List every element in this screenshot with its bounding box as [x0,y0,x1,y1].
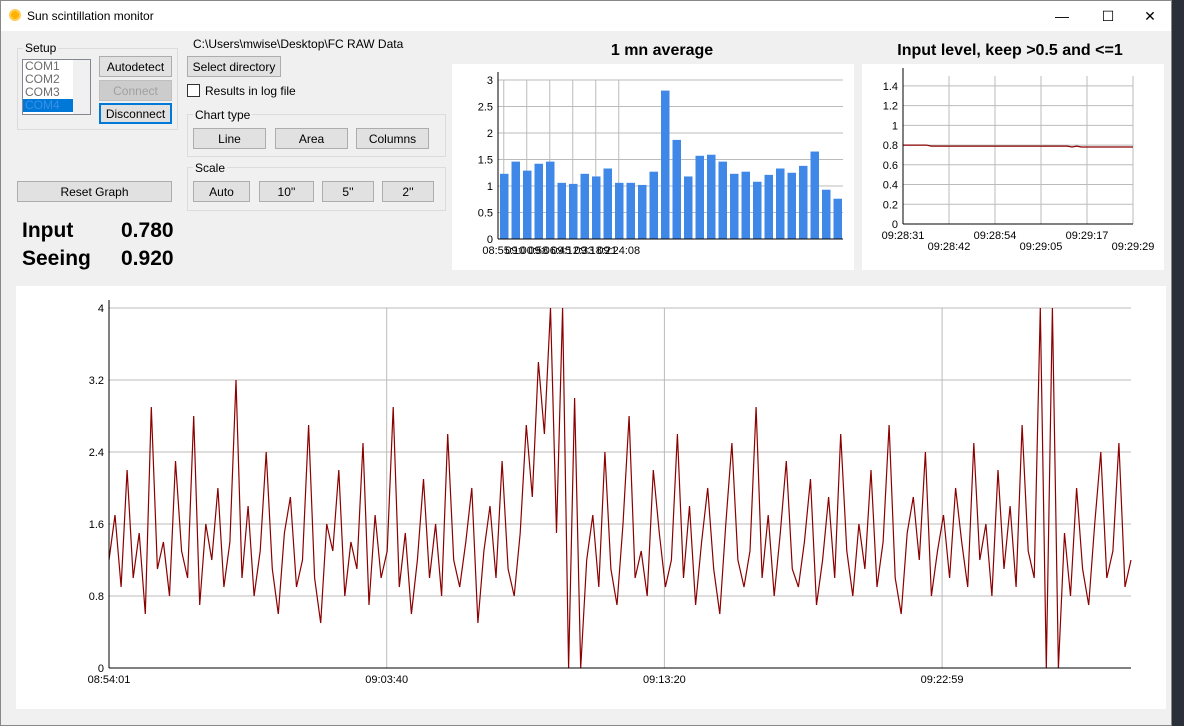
bar [787,172,796,239]
bar [603,168,612,239]
y-tick-label: 0.8 [883,140,898,152]
input-label: Input [22,219,74,242]
average-chart-panel: 0 0.5 1 1.5 2 2.5 3 08:55:10 09:00:58 09:06:45 09:… [452,64,854,270]
select-directory-button[interactable]: Select directory [187,56,281,77]
bar [615,182,624,239]
y-tick-label: 2.4 [89,447,104,459]
window-title: Sun scintillation monitor [27,9,154,23]
setup-label: Setup [23,41,59,55]
chart-type-label: Chart type [193,108,253,122]
y-tick-label: 3.2 [89,375,104,387]
y-tick-label: 0.8 [89,591,104,603]
columns-button[interactable]: Columns [356,128,429,149]
bar [764,174,773,239]
x-tick-label: 09:13:20 [643,674,686,686]
directory-path: C:\Users\mwise\Desktop\FC RAW Data [193,37,404,51]
y-tick-label: 1.6 [89,519,104,531]
bar [718,161,727,239]
y-tick-label: 1.2 [883,101,898,113]
bar [511,161,520,239]
y-tick-label: 1.5 [478,155,493,167]
y-tick-label: 0.2 [883,199,898,211]
bar [580,173,589,239]
bar [730,173,739,239]
y-tick-label: 1 [487,181,493,193]
y-tick-label: 4 [98,303,104,315]
line-button[interactable]: Line [193,128,266,149]
input-chart-title: Input level, keep >0.5 and <=1 [897,42,1123,59]
x-tick-label: 09:22:59 [921,674,964,686]
port-list[interactable]: COM1 COM2 COM3 COM4 [22,59,91,115]
x-tick-label: 08:54:01 [88,674,131,686]
bar [753,181,762,239]
series-line [108,307,1132,669]
average-chart-title: 1 mn average [610,42,714,59]
y-tick-label: 2.5 [478,102,493,114]
y-tick-label: 3 [487,75,493,87]
bar [822,189,831,239]
app-window: Sun scintillation monitor — ☐ ✕ Setup CO… [0,0,1172,726]
bar [649,171,658,239]
disconnect-button[interactable]: Disconnect [99,103,172,124]
bar [557,182,566,239]
bar [523,170,532,239]
seeing-value: 0.920 [121,247,174,270]
reset-graph-button[interactable]: Reset Graph [17,181,172,202]
bar [707,154,716,239]
x-tick-label: 09:29:05 [1020,241,1063,253]
port-item-selected[interactable]: COM4 [23,99,73,112]
close-button[interactable]: ✕ [1127,1,1173,31]
bar [672,139,681,239]
title-bar: Sun scintillation monitor — ☐ ✕ [1,1,1171,31]
bar [592,176,601,239]
scale-2-button[interactable]: 2'' [382,181,434,202]
scale-5-button[interactable]: 5'' [322,181,374,202]
x-tick-label: 09:28:31 [882,230,925,242]
bar [638,184,647,239]
bar [799,165,808,239]
autodetect-button[interactable]: Autodetect [99,56,172,77]
bar [741,171,750,239]
seeing-label: Seeing [22,247,91,270]
y-tick-label: 2 [487,128,493,140]
bar [695,155,704,239]
x-tick-label: 09:28:54 [974,230,1017,242]
bar [546,161,555,239]
bar [776,168,785,239]
bar [684,176,693,239]
connect-button[interactable]: Connect [99,80,172,101]
y-tick-label: 1 [892,120,898,132]
x-tick-label: 09:28:42 [928,241,971,253]
input-value: 0.780 [121,219,174,242]
log-file-checkbox[interactable] [187,84,200,97]
x-tick-label: 09:29:17 [1066,230,1109,242]
input-chart-panel: 0 0.2 0.4 0.6 0.8 1 1.2 1.4 09:28:31 09:28:42 09:2… [862,64,1164,270]
maximize-button[interactable]: ☐ [1085,1,1131,31]
sun-icon [9,9,21,21]
log-file-label: Results in log file [205,84,296,98]
x-tick-label: 09:03:40 [365,674,408,686]
bar [833,198,842,239]
bar [534,163,543,239]
bar [569,183,578,239]
list-scrollbar[interactable] [73,60,90,114]
area-button[interactable]: Area [275,128,348,149]
scale-auto-button[interactable]: Auto [193,181,250,202]
y-tick-label: 0.4 [883,180,898,192]
scale-10-button[interactable]: 10'' [259,181,314,202]
bar [810,151,819,239]
seeing-chart-panel: 0 0.8 1.6 2.4 3.2 4 08:54:01 09:03:40 09:13:20 09… [16,286,1166,709]
bar [661,90,670,239]
y-tick-label: 0.6 [883,160,898,172]
y-tick-label: 1.4 [883,81,898,93]
minimize-button[interactable]: — [1039,1,1085,31]
bar [626,182,635,239]
x-tick-label: 09:29:29 [1112,241,1155,253]
scale-label: Scale [193,161,228,175]
y-tick-label: 0.5 [478,208,493,220]
x-tick-label: 09:24:08 [597,245,640,257]
bar [500,173,509,239]
